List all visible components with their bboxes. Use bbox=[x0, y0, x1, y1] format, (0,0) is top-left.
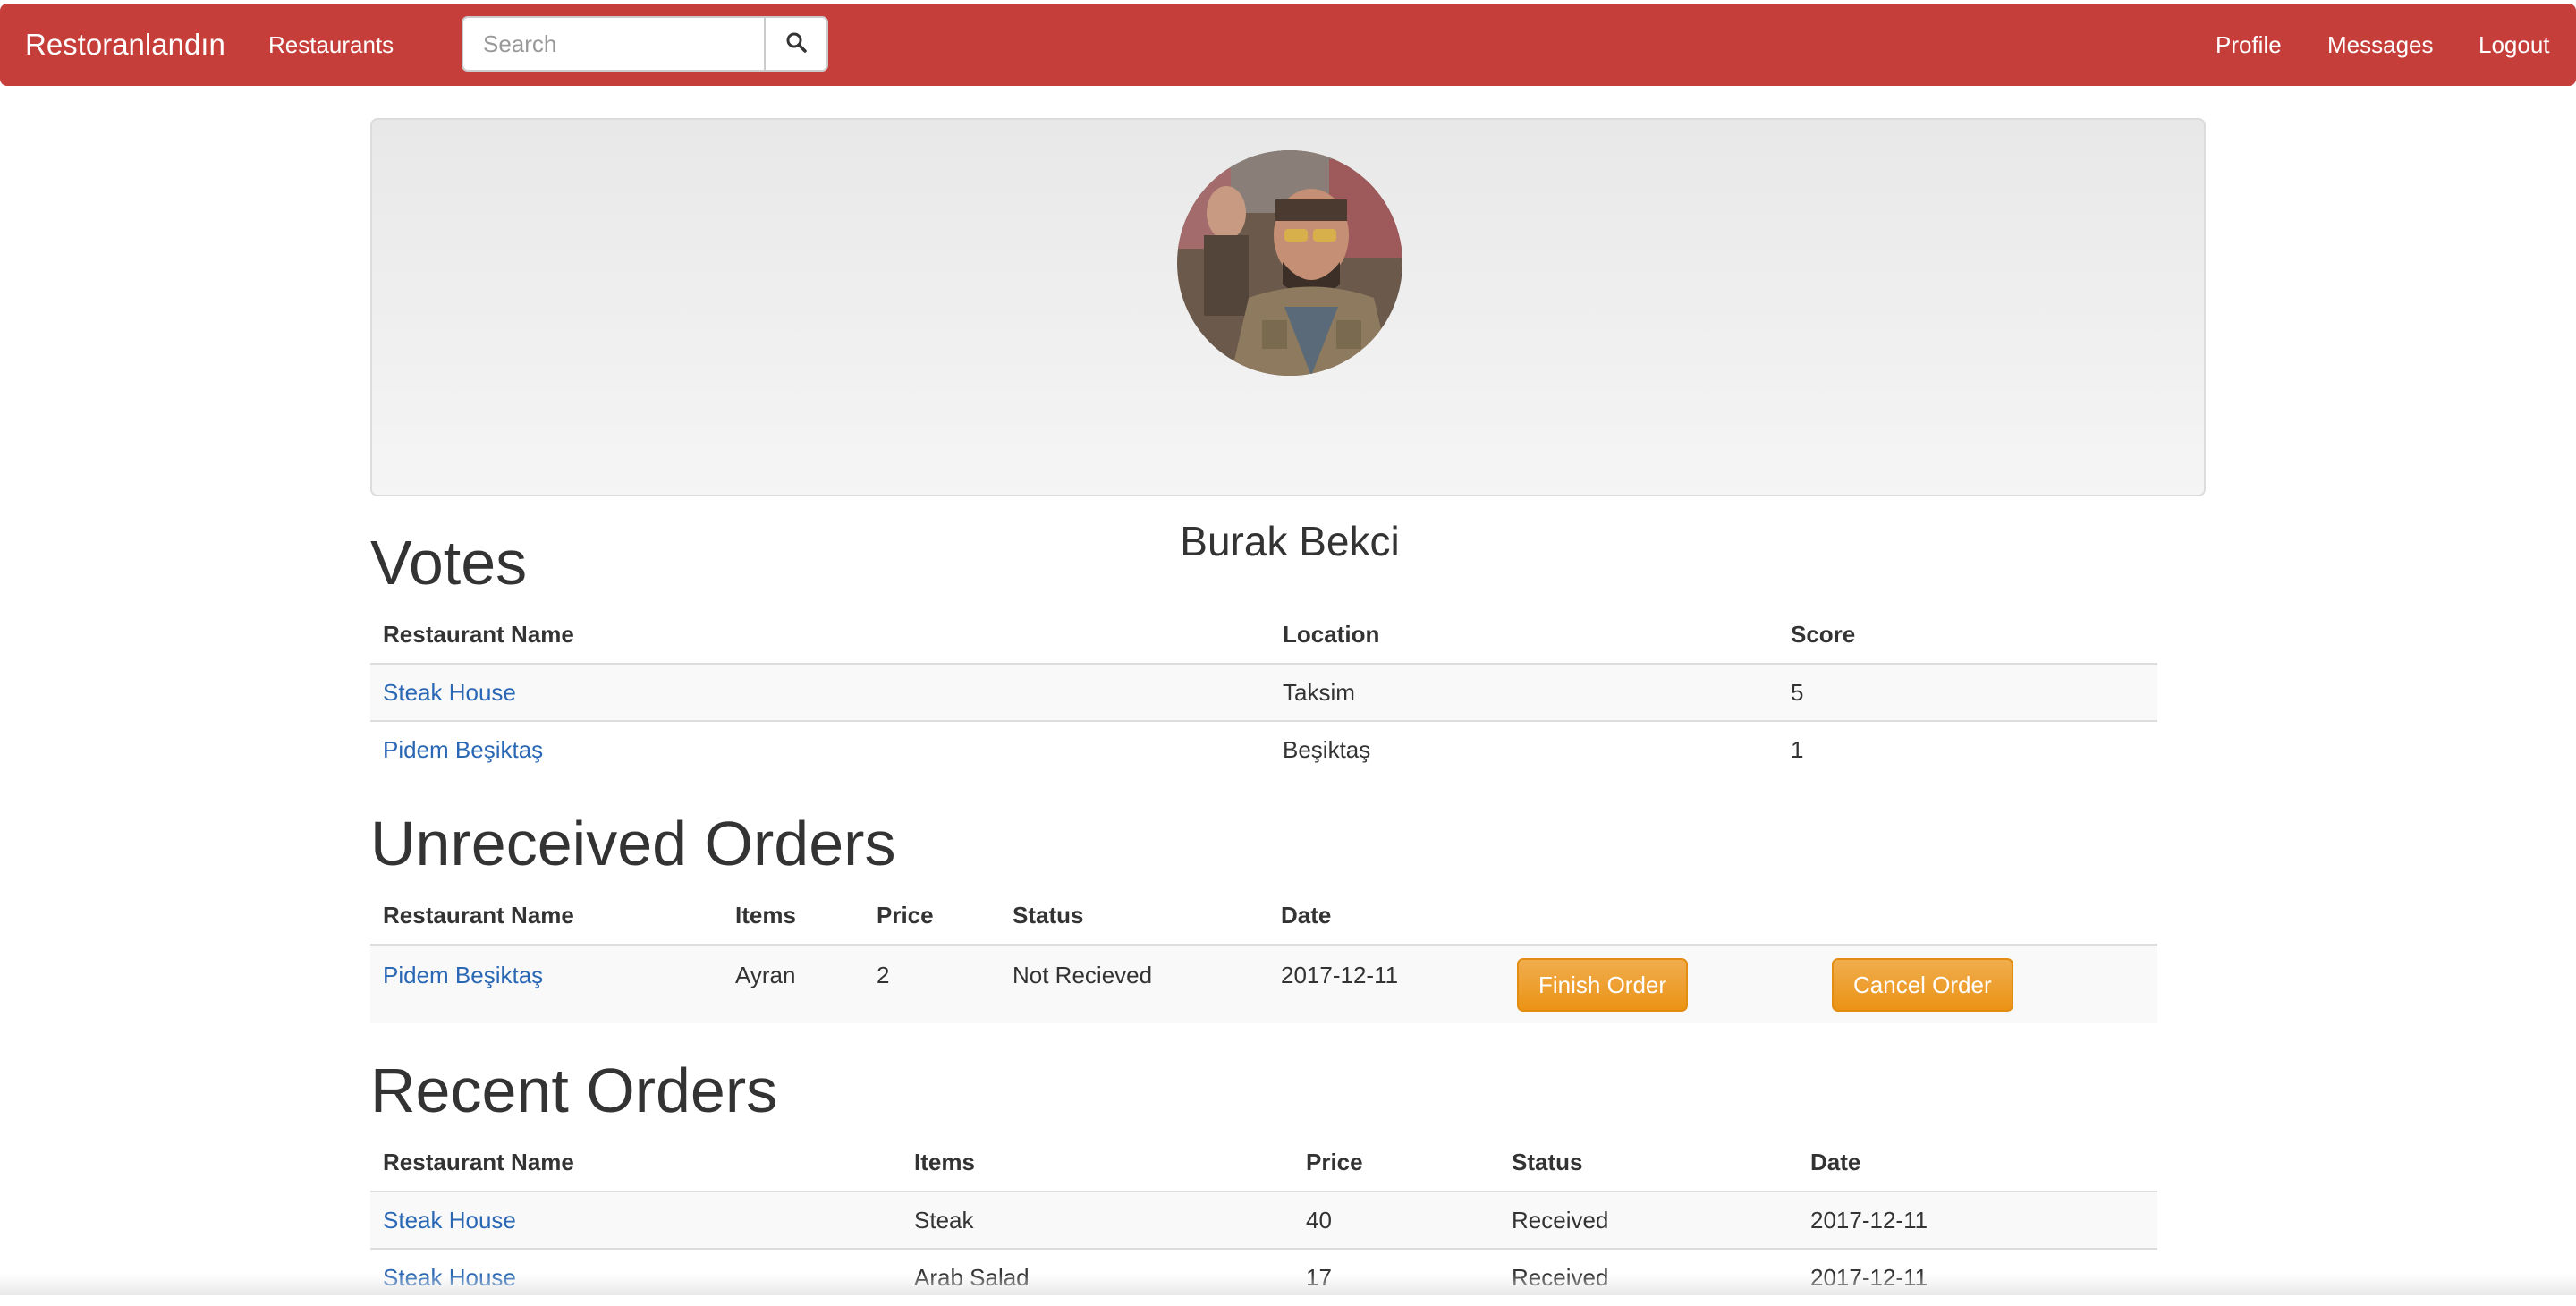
recent-header-date: Date bbox=[1798, 1134, 2157, 1192]
votes-header-location: Location bbox=[1270, 606, 1778, 665]
unreceived-orders-table: Restaurant Name Items Price Status Date … bbox=[370, 887, 2157, 1023]
restaurant-link[interactable]: Steak House bbox=[383, 1207, 516, 1234]
recent-orders-title: Recent Orders bbox=[370, 1056, 778, 1125]
recent-header-items: Items bbox=[902, 1134, 1293, 1192]
order-items: Steak bbox=[902, 1192, 1293, 1250]
restaurant-link[interactable]: Steak House bbox=[383, 679, 516, 706]
nav-profile[interactable]: Profile bbox=[2216, 4, 2282, 86]
finish-order-button[interactable]: Finish Order bbox=[1517, 958, 1689, 1012]
bottom-fade bbox=[0, 1274, 2576, 1295]
votes-header-restaurant: Restaurant Name bbox=[370, 606, 1270, 665]
vote-score: 5 bbox=[1778, 664, 2157, 722]
brand-link[interactable]: Restoranlandın bbox=[25, 4, 225, 86]
restaurant-link[interactable]: Pidem Beşiktaş bbox=[383, 962, 543, 988]
table-row: Steak House Taksim 5 bbox=[370, 664, 2157, 722]
nav-messages[interactable]: Messages bbox=[2327, 4, 2434, 86]
unreceived-header-items: Items bbox=[723, 887, 864, 946]
table-row: Pidem Beşiktaş Beşiktaş 1 bbox=[370, 721, 2157, 778]
search-button[interactable] bbox=[764, 16, 828, 72]
search-input[interactable] bbox=[462, 16, 764, 72]
votes-title: Votes bbox=[370, 528, 528, 598]
vote-location: Taksim bbox=[1270, 664, 1778, 722]
vote-location: Beşiktaş bbox=[1283, 736, 1371, 763]
unreceived-header-price: Price bbox=[864, 887, 1000, 946]
navbar: Restoranlandın Restaurants Profile Messa… bbox=[0, 4, 2576, 86]
restaurant-link[interactable]: Pidem Beşiktaş bbox=[383, 736, 543, 763]
order-status: Not Recieved bbox=[1000, 945, 1268, 1023]
recent-header-price: Price bbox=[1293, 1134, 1499, 1192]
order-items: Ayran bbox=[723, 945, 864, 1023]
votes-header-score: Score bbox=[1778, 606, 2157, 665]
votes-table: Restaurant Name Location Score Steak Hou… bbox=[370, 606, 2157, 778]
order-date: 2017-12-11 bbox=[1268, 945, 1504, 1023]
search-form bbox=[462, 16, 828, 72]
profile-name: Burak Bekci bbox=[1180, 518, 1400, 564]
order-price: 2 bbox=[864, 945, 1000, 1023]
avatar bbox=[1177, 150, 1402, 376]
nav-logout[interactable]: Logout bbox=[2479, 4, 2550, 86]
order-date: 2017-12-11 bbox=[1798, 1192, 2157, 1250]
recent-header-status: Status bbox=[1499, 1134, 1798, 1192]
unreceived-header-restaurant: Restaurant Name bbox=[370, 887, 723, 946]
unreceived-header-date: Date bbox=[1268, 887, 1504, 946]
profile-jumbotron: Burak Bekci bbox=[370, 118, 2206, 564]
order-status: Received bbox=[1499, 1192, 1798, 1250]
unreceived-header-status: Status bbox=[1000, 887, 1268, 946]
search-icon bbox=[785, 31, 807, 57]
recent-header-restaurant: Restaurant Name bbox=[370, 1134, 902, 1192]
table-row: Steak House Steak 40 Received 2017-12-11 bbox=[370, 1192, 2157, 1250]
order-price: 40 bbox=[1293, 1192, 1499, 1250]
cancel-order-button[interactable]: Cancel Order bbox=[1832, 958, 2013, 1012]
nav-restaurants[interactable]: Restaurants bbox=[268, 4, 394, 86]
unreceived-orders-title: Unreceived Orders bbox=[370, 809, 896, 878]
vote-score: 1 bbox=[1791, 736, 1804, 763]
table-row: Pidem Beşiktaş Ayran 2 Not Recieved 2017… bbox=[370, 945, 2157, 1023]
